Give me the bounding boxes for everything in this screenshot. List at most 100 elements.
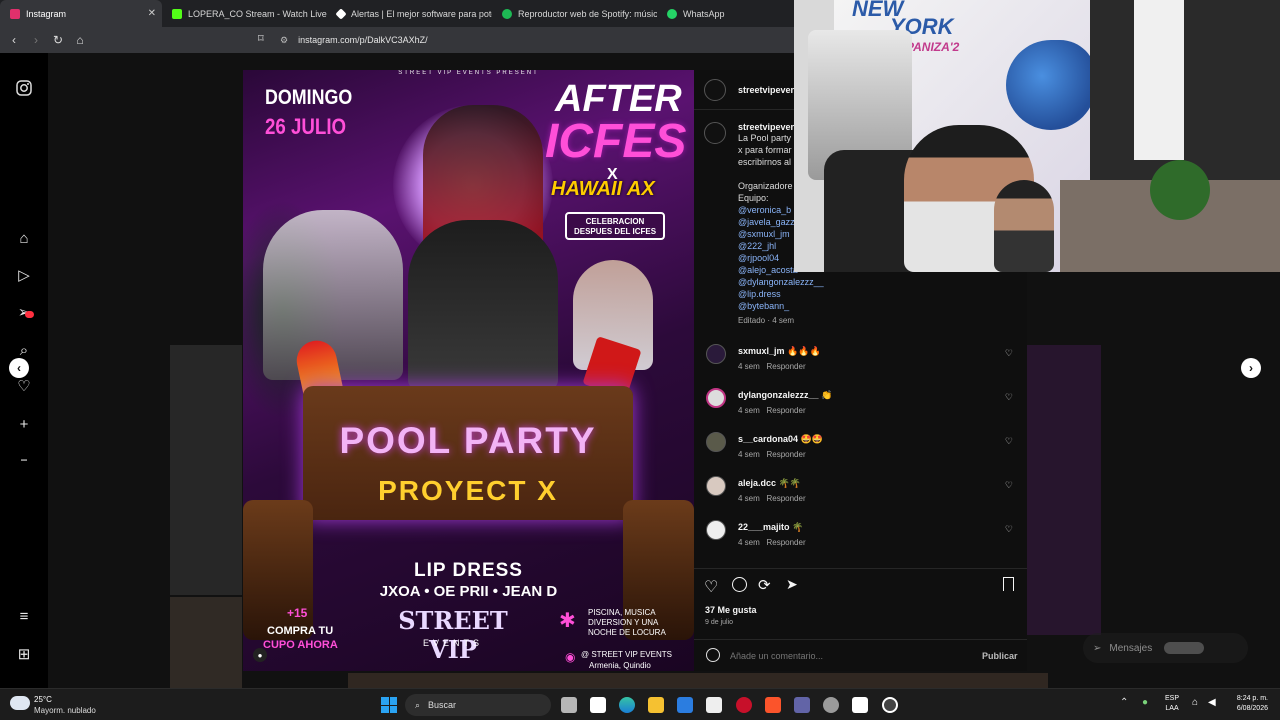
comment-user[interactable]: s__cardona04 🤩🤩 — [738, 434, 823, 445]
media-app-icon[interactable] — [882, 697, 898, 713]
second-person — [994, 180, 1054, 272]
reply-button[interactable]: Responder — [766, 494, 805, 503]
caption-author-avatar[interactable] — [704, 122, 726, 144]
commenter-avatar[interactable] — [706, 476, 726, 496]
teams-icon[interactable] — [794, 697, 810, 713]
store-icon[interactable] — [706, 697, 722, 713]
next-post-button[interactable]: › — [1241, 358, 1261, 378]
create-nav-icon[interactable]: + — [15, 415, 33, 433]
save-icon[interactable] — [1003, 577, 1014, 591]
background-post-thumbnail — [170, 345, 242, 595]
comment-item: 22___majito 🌴 4 sem Responder ♡ — [704, 520, 1017, 564]
poster-hawaii: HAWAII AX — [551, 178, 655, 200]
tab-kick-stream[interactable]: LOPERA_CO Stream - Watch Live on — [162, 0, 327, 27]
like-comment-icon[interactable]: ♡ — [1005, 524, 1013, 535]
comment-user[interactable]: sxmuxl_jm 🔥🔥🔥 — [738, 346, 821, 357]
like-icon[interactable]: ♡ — [704, 577, 718, 597]
like-comment-icon[interactable]: ♡ — [1005, 480, 1013, 491]
reels-nav-icon[interactable]: ▷ — [15, 266, 33, 284]
back-icon[interactable]: ‹ — [4, 30, 24, 50]
reload-icon[interactable]: ↻ — [48, 30, 68, 50]
bookmark-icon[interactable]: ⌑ — [258, 32, 264, 45]
forward-icon[interactable]: › — [26, 30, 46, 50]
microphone-icon[interactable]: ● — [1142, 697, 1148, 708]
tab-whatsapp[interactable]: WhatsApp — [657, 0, 792, 27]
tab-alertas[interactable]: Alertas | El mejor software para poten — [327, 0, 492, 27]
notification-badge — [25, 311, 34, 318]
language-indicator[interactable]: ESP LAA — [1165, 694, 1179, 714]
app-white-icon[interactable] — [852, 697, 868, 713]
commenter-avatar[interactable] — [706, 432, 726, 452]
notifications-nav-icon[interactable]: ♡ — [15, 377, 33, 395]
task-view-icon[interactable] — [561, 697, 577, 713]
post-author[interactable]: streetvipevent — [738, 85, 799, 95]
tray-chevron-icon[interactable]: ⌃ — [1120, 697, 1128, 708]
clock[interactable]: 8:24 p. m. 6/08/2026 — [1226, 694, 1268, 714]
like-comment-icon[interactable]: ♡ — [1005, 348, 1013, 359]
comment-bar: Publicar — [694, 639, 1027, 672]
poster-celebration-badge: CELEBRACION DESPUES DEL ICFES — [565, 212, 665, 240]
mail-icon[interactable] — [677, 697, 693, 713]
volume-icon[interactable]: ◀ — [1208, 697, 1216, 708]
more-menu-icon[interactable]: ≡ — [15, 607, 33, 625]
edge-icon[interactable] — [619, 697, 635, 713]
instagram-logo-icon[interactable] — [15, 79, 33, 97]
reply-button[interactable]: Responder — [766, 450, 805, 459]
app-icon[interactable] — [590, 697, 606, 713]
weather-temp[interactable]: 25°C — [34, 695, 52, 704]
reply-button[interactable]: Responder — [766, 362, 805, 371]
weather-desc[interactable]: Mayorm. nublado — [34, 706, 96, 715]
messages-pill[interactable]: ➢ Mensajes — [1083, 633, 1248, 663]
tab-spotify[interactable]: Reproductor web de Spotify: música — [492, 0, 657, 27]
comment-user[interactable]: dylangonzalezzz__ 👏 — [738, 390, 832, 401]
direct-messages-nav-icon[interactable]: ➢ — [15, 303, 34, 321]
messages-icon: ➢ — [1093, 642, 1102, 654]
weather-icon[interactable] — [10, 696, 30, 710]
mention-link[interactable]: @lip.dress — [738, 288, 824, 300]
start-button[interactable] — [381, 697, 397, 713]
reply-button[interactable]: Responder — [766, 406, 805, 415]
poster-features: PISCINA, MUSICA DIVERSION Y UNA NOCHE DE… — [588, 608, 666, 637]
mention-link[interactable]: @bytebann_ — [738, 300, 824, 312]
palm-icon: ✱ — [559, 610, 576, 632]
comment-user[interactable]: aleja.dcc 🌴🌴 — [738, 478, 801, 489]
like-comment-icon[interactable]: ♡ — [1005, 436, 1013, 447]
comment-icon[interactable] — [732, 577, 747, 592]
repost-icon[interactable]: ⟳ — [758, 576, 771, 594]
publish-button[interactable]: Publicar — [982, 651, 1018, 661]
commenter-avatar[interactable] — [706, 388, 726, 408]
address-bar[interactable]: ⚙ instagram.com/p/DalkVC3AXhZ/ — [280, 31, 800, 49]
like-comment-icon[interactable]: ♡ — [1005, 392, 1013, 403]
search-nav-icon[interactable]: ⌕ — [15, 341, 33, 359]
reply-button[interactable]: Responder — [766, 538, 805, 547]
share-icon[interactable]: ➤ — [786, 576, 798, 593]
app-red-icon[interactable] — [736, 697, 752, 713]
comment-input[interactable] — [730, 648, 960, 664]
emoji-icon[interactable] — [706, 648, 720, 662]
close-tab-icon[interactable]: ✕ — [148, 8, 156, 19]
home-icon[interactable]: ⌂ — [70, 30, 90, 50]
author-avatar[interactable] — [704, 79, 726, 101]
apps-icon[interactable]: ⊞ — [15, 645, 33, 663]
profile-nav-icon[interactable]: ▬ — [15, 451, 33, 469]
mention-link[interactable]: @dylangonzalezzz__ — [738, 276, 824, 288]
tab-instagram[interactable]: Instagram ✕ — [0, 0, 162, 27]
likes-count[interactable]: 37 Me gusta — [705, 605, 757, 615]
previous-post-button[interactable]: ‹ — [9, 358, 29, 378]
post-actions: ♡ ⟳ ➤ 37 Me gusta 9 de julio Publicar — [694, 568, 1027, 671]
file-explorer-icon[interactable] — [648, 697, 664, 713]
post-image[interactable]: STREET VIP EVENTS PRESENT DOMINGO 26 JUL… — [243, 70, 694, 671]
comment-user[interactable]: 22___majito 🌴 — [738, 522, 803, 533]
network-icon[interactable]: ⌂ — [1192, 697, 1198, 708]
site-info-icon[interactable]: ⚙ — [280, 35, 288, 46]
brave-icon[interactable] — [765, 697, 781, 713]
poster-buy-2: CUPO AHORA — [263, 639, 338, 651]
messages-avatars — [1164, 642, 1205, 654]
commenter-avatar[interactable] — [706, 520, 726, 540]
commenter-avatar[interactable] — [706, 344, 726, 364]
home-nav-icon[interactable]: ⌂ — [15, 229, 33, 247]
tagged-people-icon[interactable]: ● — [253, 648, 267, 662]
comment-item: dylangonzalezzz__ 👏 4 sem Responder ♡ — [704, 388, 1017, 432]
taskbar-search[interactable]: ⌕ Buscar — [405, 694, 551, 716]
app-gray-icon[interactable] — [823, 697, 839, 713]
